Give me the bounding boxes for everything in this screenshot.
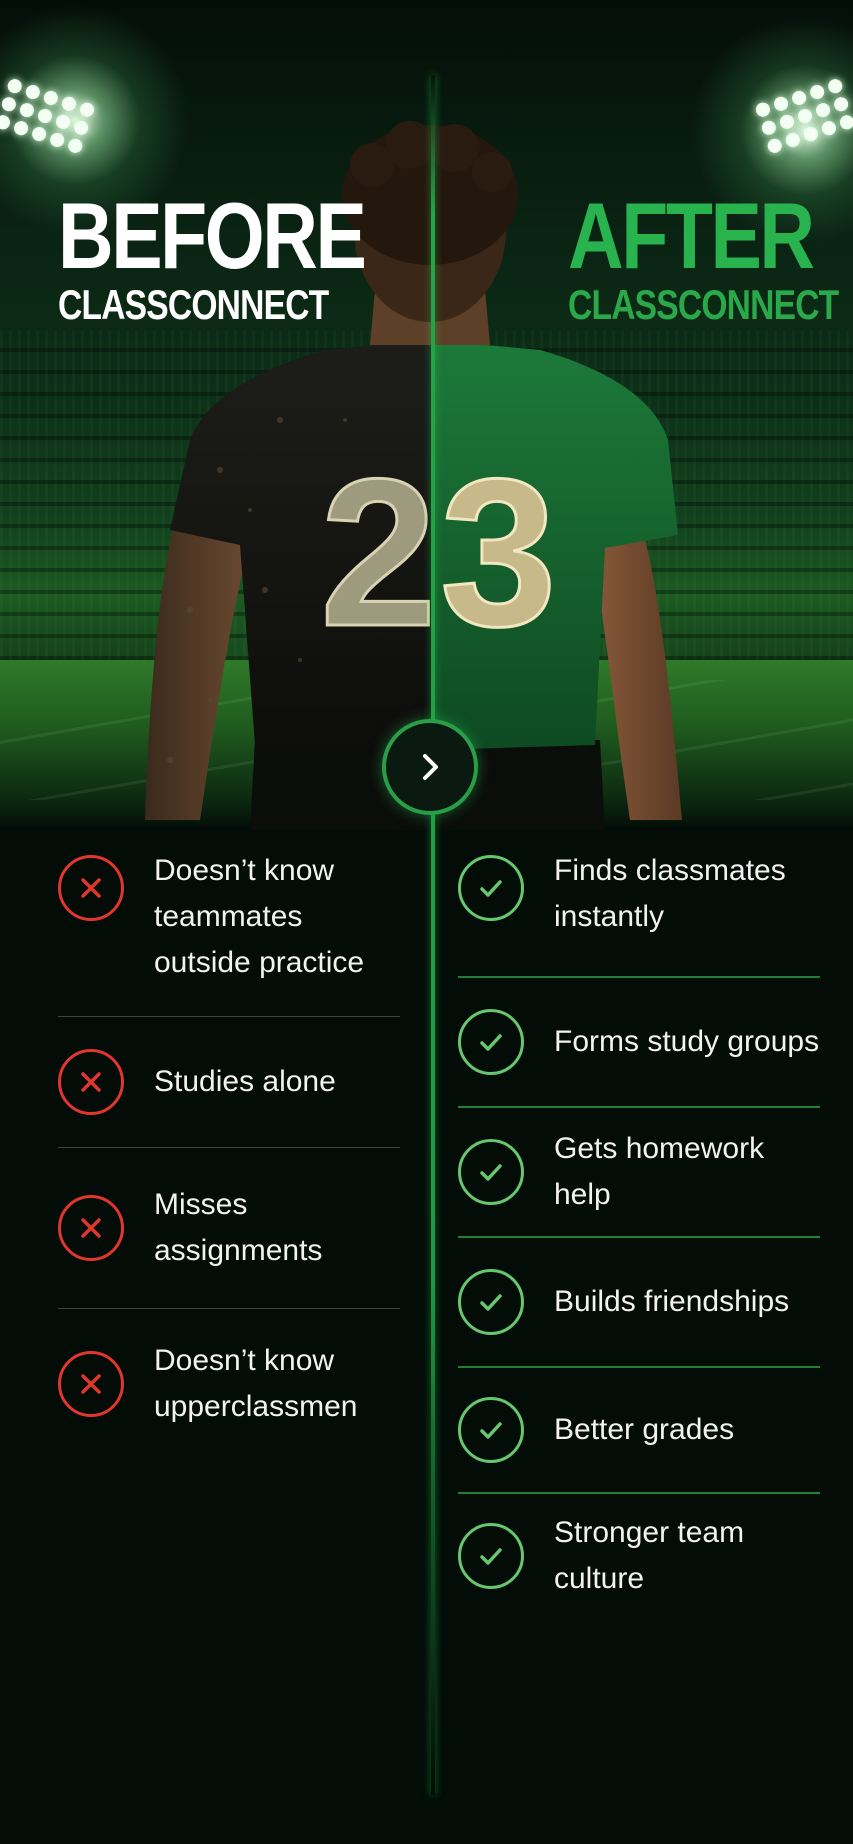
check-icon — [458, 855, 524, 921]
x-icon — [58, 1049, 124, 1115]
x-icon — [58, 855, 124, 921]
before-list: Doesn’t know teammates outside practice … — [58, 848, 400, 1459]
before-heading: BEFORE CLASSCONNECT — [58, 183, 432, 328]
after-subtitle: CLASSCONNECT — [568, 281, 839, 328]
before-item: Doesn’t know upperclassmen — [58, 1309, 400, 1459]
after-item-text: Forms study groups — [554, 1025, 820, 1058]
after-item-text: Better grades — [554, 1413, 735, 1446]
comparison-graphic: 2 3 BEFORE CLASSCONNECT AFTER CLASSCONNE… — [0, 0, 853, 1844]
before-subtitle: CLASSCONNECT — [58, 281, 329, 328]
chevron-right-icon — [423, 754, 438, 780]
after-item-text: Gets homework help — [554, 1132, 765, 1211]
check-icon — [458, 1397, 524, 1463]
after-item-text: Stronger team culture — [554, 1516, 745, 1595]
before-item-text: Doesn’t know upperclassmen — [154, 1344, 358, 1423]
x-icon — [58, 1195, 124, 1261]
after-item: Forms study groups — [458, 978, 820, 1106]
after-item: Gets homework help — [458, 1108, 820, 1236]
after-list: Finds classmates instantly Forms study g… — [458, 848, 820, 1618]
before-item-text: Misses assignments — [154, 1188, 323, 1267]
after-item-text: Finds classmates instantly — [554, 854, 786, 933]
jersey-digit-right: 3 — [440, 435, 557, 670]
check-icon — [458, 1009, 524, 1075]
after-item-text: Builds friendships — [554, 1285, 790, 1318]
after-heading: AFTER CLASSCONNECT — [568, 183, 853, 328]
check-icon — [458, 1139, 524, 1205]
compare-toggle-button[interactable] — [382, 719, 478, 815]
before-item: Doesn’t know teammates outside practice — [58, 848, 400, 1016]
x-icon — [58, 1351, 124, 1417]
after-title: AFTER — [568, 183, 815, 288]
center-divider — [431, 75, 435, 1795]
before-title: BEFORE — [58, 183, 367, 288]
after-item: Stronger team culture — [458, 1494, 820, 1618]
before-item: Misses assignments — [58, 1148, 400, 1308]
before-item-text: Doesn’t know teammates outside practice — [154, 854, 365, 979]
after-item: Finds classmates instantly — [458, 848, 820, 976]
check-icon — [458, 1269, 524, 1335]
player-illustration: 2 3 — [145, 121, 682, 830]
before-item-text: Studies alone — [154, 1065, 336, 1098]
before-item: Studies alone — [58, 1017, 400, 1147]
after-item: Builds friendships — [458, 1238, 820, 1366]
check-icon — [458, 1523, 524, 1589]
jersey-digit-left: 2 — [320, 435, 437, 670]
after-item: Better grades — [458, 1368, 820, 1492]
